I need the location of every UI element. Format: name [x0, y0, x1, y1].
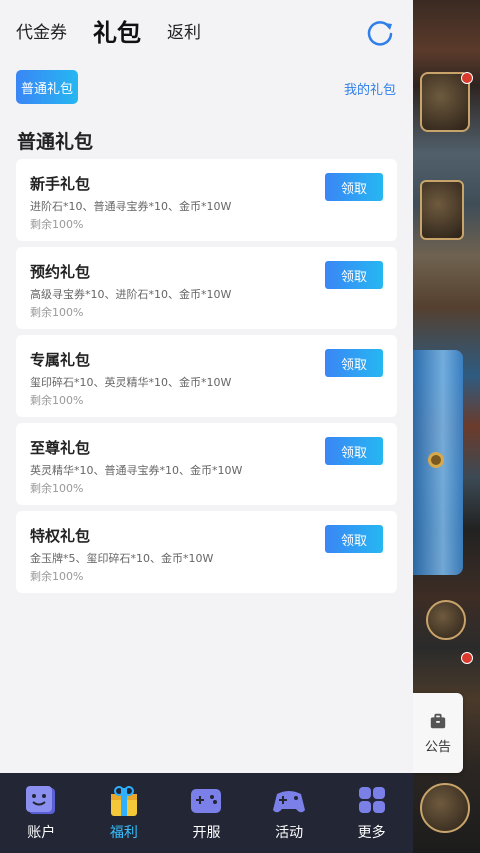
gift-card: 专属礼包 玺印碎石*10、英灵精华*10、金币*10W 剩余100% 领取: [16, 335, 397, 417]
claim-button[interactable]: 领取: [325, 349, 383, 377]
gift-contents: 高级寻宝券*10、进阶石*10、金币*10W: [30, 288, 232, 301]
claim-button[interactable]: 领取: [325, 261, 383, 289]
gift-panel: 代金券 礼包 返利 普通礼包 我的礼包 普通礼包 新手礼包 进阶石*10、普通寻…: [0, 0, 413, 773]
gift-contents: 玺印碎石*10、英灵精华*10、金币*10W: [30, 376, 232, 389]
normal-gift-filter-button[interactable]: 普通礼包: [16, 70, 78, 104]
top-tabs: 代金券 礼包 返利: [16, 12, 227, 48]
my-gift-link[interactable]: 我的礼包: [344, 79, 396, 98]
gift-title: 特权礼包: [30, 527, 91, 545]
tab-voucher[interactable]: 代金券: [16, 18, 67, 43]
bottom-nav: 账户 福利 开服 活动 更多: [0, 773, 413, 853]
magic-treasure-icon: [420, 783, 470, 833]
nav-item-activity[interactable]: 活动: [259, 784, 319, 842]
gift-remaining: 剩余100%: [30, 394, 84, 407]
gift-contents: 金玉牌*5、玺印碎石*10、金币*10W: [30, 552, 214, 565]
notice-label: 公告: [424, 739, 451, 755]
gift-card: 至尊礼包 英灵精华*10、普通寻宝券*10、金币*10W 剩余100% 领取: [16, 423, 397, 505]
nav-item-server[interactable]: 开服: [176, 784, 236, 842]
nav-item-account[interactable]: 账户: [11, 784, 71, 842]
nav-item-more[interactable]: 更多: [342, 784, 402, 842]
nav-label-server: 开服: [192, 825, 221, 841]
account-icon: [26, 786, 56, 814]
gift-title: 新手礼包: [30, 175, 91, 193]
nav-item-welfare[interactable]: 福利: [94, 784, 154, 842]
notice-button[interactable]: 公告: [413, 693, 463, 773]
gift-remaining: 剩余100%: [30, 570, 84, 583]
claim-button[interactable]: 领取: [325, 525, 383, 553]
section-title: 普通礼包: [17, 131, 94, 153]
nav-label-more: 更多: [357, 825, 386, 841]
tab-rebate[interactable]: 返利: [167, 18, 201, 43]
refresh-icon[interactable]: [365, 17, 395, 47]
gift-icon: [110, 786, 137, 816]
gamepad-icon: [191, 789, 222, 813]
claim-button[interactable]: 领取: [325, 437, 383, 465]
gift-remaining: 剩余100%: [30, 218, 84, 231]
gift-remaining: 剩余100%: [30, 306, 84, 319]
nav-label-account: 账户: [27, 825, 56, 841]
game-icon: [420, 180, 464, 240]
briefcase-icon: [430, 713, 446, 728]
claim-button[interactable]: 领取: [325, 173, 383, 201]
gift-title: 至尊礼包: [30, 439, 91, 457]
gift-contents: 英灵精华*10、普通寻宝券*10、金币*10W: [30, 464, 243, 477]
game-scroll-knob: [428, 452, 444, 468]
chat-bubble-icon: [426, 600, 466, 640]
gift-card: 预约礼包 高级寻宝券*10、进阶石*10、金币*10W 剩余100% 领取: [16, 247, 397, 329]
controller-icon: [273, 791, 306, 813]
gift-card: 特权礼包 金玉牌*5、玺印碎石*10、金币*10W 剩余100% 领取: [16, 511, 397, 593]
notification-dot: [461, 652, 473, 664]
gift-list: 新手礼包 进阶石*10、普通寻宝券*10、金币*10W 剩余100% 领取 预约…: [16, 159, 397, 599]
gift-remaining: 剩余100%: [30, 482, 84, 495]
notification-dot: [461, 72, 473, 84]
gift-card: 新手礼包 进阶石*10、普通寻宝券*10、金币*10W 剩余100% 领取: [16, 159, 397, 241]
gift-title: 预约礼包: [30, 263, 91, 281]
gift-contents: 进阶石*10、普通寻宝券*10、金币*10W: [30, 200, 232, 213]
tab-gift[interactable]: 礼包: [93, 13, 141, 48]
nav-label-activity: 活动: [275, 825, 304, 841]
nav-label-welfare: 福利: [109, 825, 138, 841]
grid-icon: [358, 787, 385, 813]
gift-title: 专属礼包: [30, 351, 91, 369]
